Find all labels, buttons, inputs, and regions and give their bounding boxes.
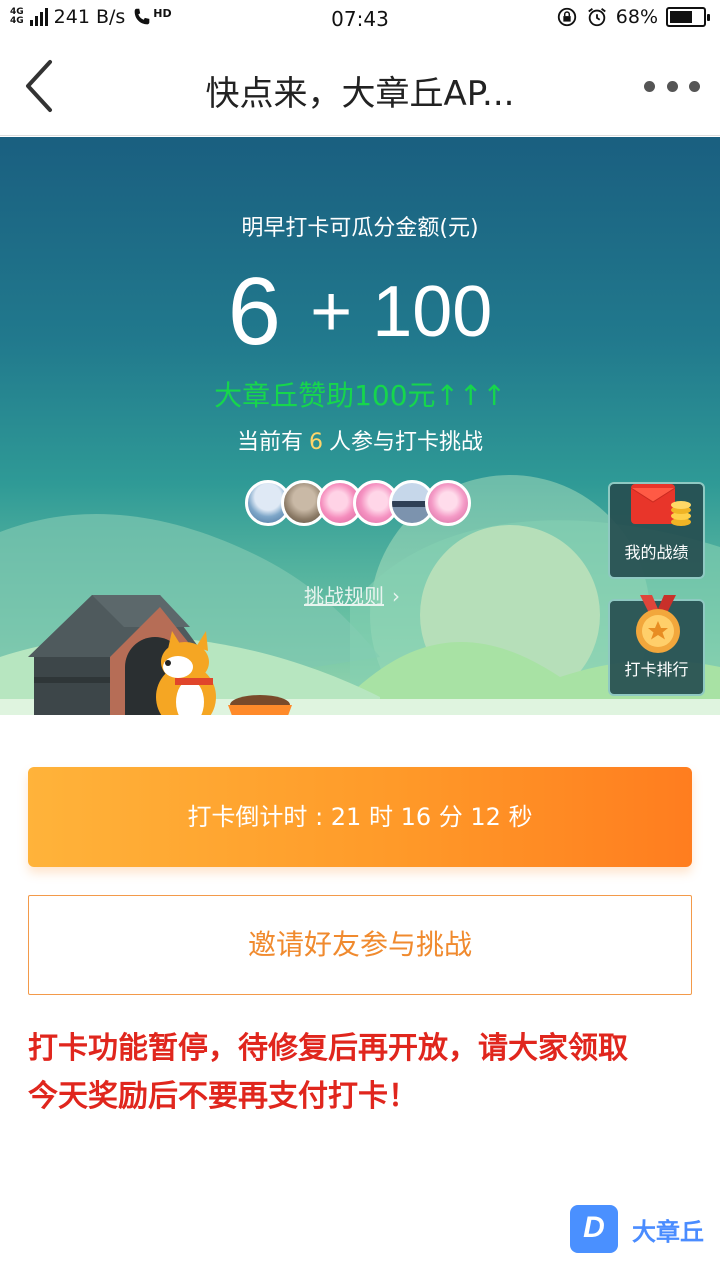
participants-count: 6: [309, 430, 323, 455]
battery-fill: [670, 11, 692, 23]
back-button[interactable]: [20, 58, 60, 114]
red-envelope-icon: [630, 484, 691, 526]
checkin-ranking-label: 打卡排行: [624, 660, 689, 679]
participants-suffix: 人参与打卡挑战: [329, 430, 484, 455]
medal-icon: [636, 595, 680, 653]
participant-avatars: [245, 480, 471, 526]
my-record-button[interactable]: 我的战绩: [608, 482, 705, 579]
alarm-icon: [587, 8, 606, 27]
nav-bar: 快点来，大章丘AP...: [0, 38, 720, 136]
app-watermark: D 大章丘: [570, 1205, 704, 1253]
participants-info: 当前有 6 人参与打卡挑战: [0, 424, 720, 456]
chevron-right-icon: ›: [392, 584, 400, 608]
more-dot-icon: [666, 80, 678, 92]
invite-friends-button[interactable]: 邀请好友参与挑战: [28, 895, 692, 995]
prize-amount-bonus: + 100: [310, 272, 493, 352]
status-right: 68%: [556, 6, 710, 28]
app-logo-icon: D: [570, 1205, 618, 1253]
prize-amount-main: 6: [227, 258, 282, 365]
service-notice: 打卡功能暂停，待修复后再开放，请大家领取 今天奖励后不要再支付打卡！: [28, 1025, 698, 1121]
checkin-ranking-button[interactable]: 打卡排行: [608, 595, 705, 696]
more-dot-icon: [689, 80, 700, 92]
sponsor-text: 大章丘赞助100元↑↑↑: [214, 379, 506, 412]
avatar[interactable]: [425, 480, 471, 526]
notice-line-2: 今天奖励后不要再支付打卡！: [28, 1079, 418, 1114]
my-record-label: 我的战绩: [624, 543, 689, 562]
participants-prefix: 当前有: [236, 430, 303, 455]
more-dot-icon: [644, 80, 655, 92]
prize-amount: 6 + 100: [0, 257, 720, 367]
challenge-rules-link[interactable]: 挑战规则 ›: [304, 580, 400, 609]
checkin-countdown-button[interactable]: 打卡倒计时 : 21 时 16 分 12 秒: [28, 767, 692, 867]
notice-line-1: 打卡功能暂停，待修复后再开放，请大家领取: [28, 1031, 628, 1066]
prize-caption: 明早打卡可瓜分金额(元): [241, 216, 479, 241]
battery-percent: 68%: [615, 6, 658, 28]
app-logo-letter: D: [583, 1211, 605, 1244]
page-title: 快点来，大章丘AP...: [205, 74, 515, 114]
more-menu-button[interactable]: [644, 78, 700, 94]
rotation-lock-icon: [557, 7, 576, 27]
app-watermark-text: 大章丘: [632, 1217, 704, 1246]
status-bar: 4G 4G 241 B/s HD 07:43 68%: [0, 0, 720, 38]
challenge-rules-label: 挑战规则: [304, 584, 384, 608]
page: 4G 4G 241 B/s HD 07:43 68% 快点来，大章丘AP... …: [0, 0, 720, 1280]
battery-icon: [666, 7, 710, 27]
